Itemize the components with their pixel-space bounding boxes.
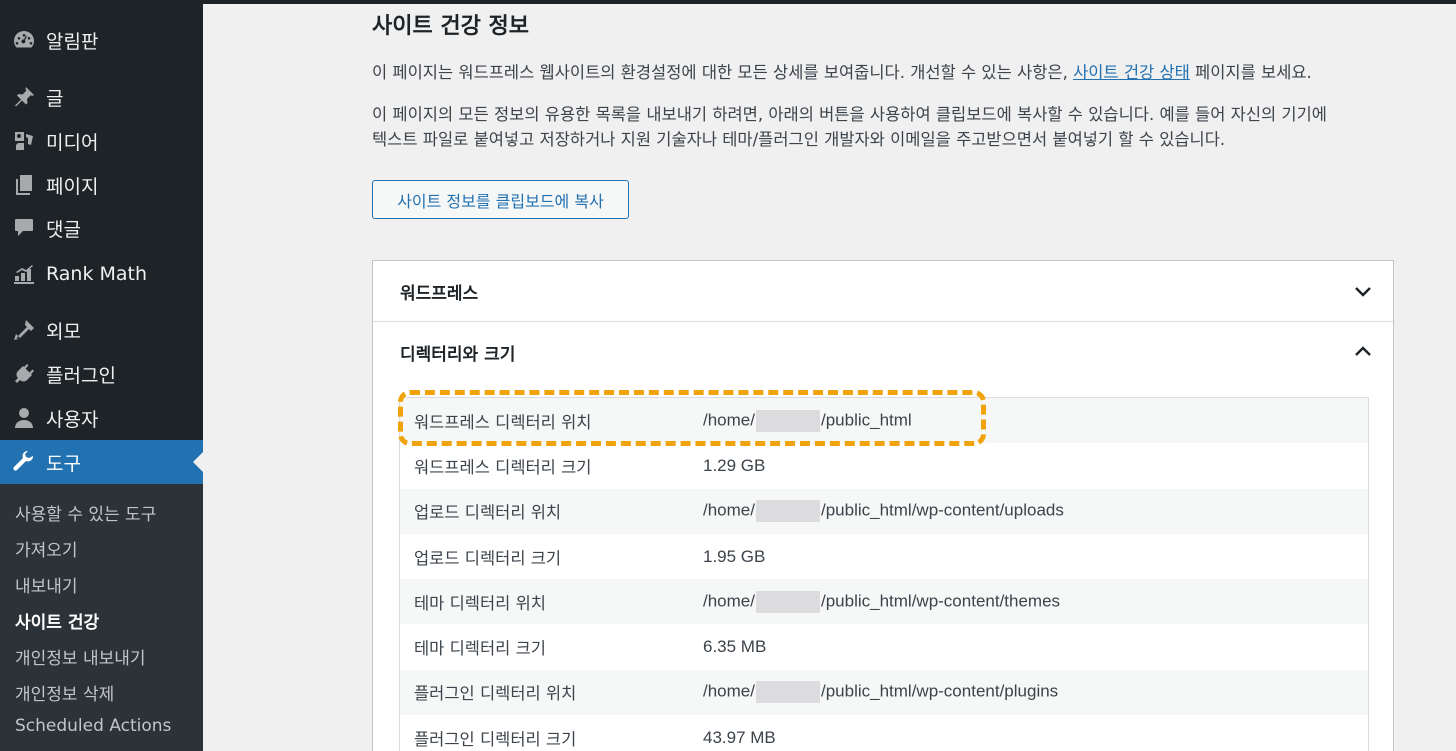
export-text-line-1: 이 페이지의 모든 정보의 유용한 목록을 내보내기 하려면, 아래의 버튼을 … bbox=[372, 105, 1327, 124]
sidebar-item-label: 미디어 bbox=[46, 131, 99, 154]
table-row: 테마 디렉터리 위치/home//public_html/wp-content/… bbox=[400, 579, 1368, 625]
table-row: 워드프레스 디렉터리 위치/home//public_html bbox=[400, 398, 1368, 444]
redacted-username bbox=[755, 409, 820, 432]
comments-icon bbox=[0, 216, 46, 240]
export-text-line-2: 텍스트 파일로 붙여넣고 저장하거나 지원 기술자나 테마/플러그인 개발자와 … bbox=[372, 130, 1226, 149]
appearance-icon bbox=[0, 318, 46, 342]
sidebar-item-plugins[interactable]: 플러그인 bbox=[0, 352, 203, 396]
sidebar-item-posts[interactable]: 글 bbox=[0, 75, 203, 119]
sidebar-item-label: 도구 bbox=[46, 452, 81, 475]
submenu-export[interactable]: 내보내기 bbox=[15, 572, 78, 597]
redacted-username bbox=[755, 500, 820, 523]
sidebar-item-appearance[interactable]: 외모 bbox=[0, 308, 203, 352]
sidebar-item-tools[interactable]: 도구 bbox=[0, 440, 203, 484]
sidebar-item-label: 글 bbox=[46, 87, 64, 110]
chevron-down-icon bbox=[1353, 281, 1373, 301]
table-row: 워드프레스 디렉터리 크기 1.29 GB bbox=[400, 443, 1368, 489]
pin-icon bbox=[0, 85, 46, 109]
rank-math-icon bbox=[0, 262, 46, 286]
table-row: 테마 디렉터리 크기 6.35 MB bbox=[400, 624, 1368, 670]
table-row: 플러그인 디렉터리 위치/home//public_html/wp-conten… bbox=[400, 669, 1368, 716]
site-info-accordion: 워드프레스 디렉터리와 크기 워드프레스 디렉터리 위치/home//publi… bbox=[372, 260, 1394, 751]
table-row: 업로드 디렉터리 위치/home//public_html/wp-content… bbox=[400, 488, 1368, 534]
copy-site-info-button[interactable]: 사이트 정보를 클립보드에 복사 bbox=[372, 180, 629, 219]
sidebar-item-media[interactable]: 미디어 bbox=[0, 119, 203, 163]
sidebar-item-label: 알림판 bbox=[46, 30, 99, 53]
submenu-scheduled-actions[interactable]: Scheduled Actions bbox=[15, 716, 171, 736]
tools-icon bbox=[0, 450, 46, 474]
sidebar-item-comments[interactable]: 댓글 bbox=[0, 206, 203, 250]
submenu-site-health[interactable]: 사이트 건강 bbox=[15, 608, 99, 633]
section-wordpress-toggle[interactable]: 워드프레스 bbox=[373, 261, 1393, 321]
plugins-icon bbox=[0, 362, 46, 386]
pages-icon bbox=[0, 173, 46, 197]
admin-bar-edge bbox=[203, 0, 1456, 4]
sidebar-item-label: 댓글 bbox=[46, 218, 81, 241]
sidebar-item-label: 외모 bbox=[46, 320, 81, 343]
table-row: 플러그인 디렉터리 크기 43.97 MB bbox=[400, 715, 1368, 751]
sidebar-item-label: 플러그인 bbox=[46, 364, 116, 387]
submenu-import[interactable]: 가져오기 bbox=[15, 536, 78, 561]
site-health-status-link[interactable]: 사이트 건강 상태 bbox=[1073, 63, 1190, 82]
submenu-erase-personal-data[interactable]: 개인정보 삭제 bbox=[15, 680, 114, 705]
sidebar-item-users[interactable]: 사용자 bbox=[0, 396, 203, 440]
sidebar-item-rank-math[interactable]: Rank Math bbox=[0, 252, 203, 296]
submenu-export-personal-data[interactable]: 개인정보 내보내기 bbox=[15, 644, 146, 669]
section-title: 디렉터리와 크기 bbox=[400, 344, 516, 365]
sidebar-item-dashboard[interactable]: 알림판 bbox=[0, 18, 203, 62]
sidebar-item-label: Rank Math bbox=[46, 263, 148, 285]
directories-table: 워드프레스 디렉터리 위치/home//public_html 워드프레스 디렉… bbox=[399, 397, 1369, 751]
users-icon bbox=[0, 406, 46, 430]
media-icon bbox=[0, 129, 46, 153]
tools-submenu: 사용할 수 있는 도구 가져오기 내보내기 사이트 건강 개인정보 내보내기 개… bbox=[0, 484, 203, 751]
sidebar-item-pages[interactable]: 페이지 bbox=[0, 163, 203, 207]
table-row: 업로드 디렉터리 크기 1.95 GB bbox=[400, 533, 1368, 580]
dashboard-icon bbox=[0, 28, 46, 52]
sidebar-item-label: 사용자 bbox=[46, 408, 99, 431]
section-directories-toggle[interactable]: 디렉터리와 크기 bbox=[373, 322, 1393, 382]
sidebar-item-label: 페이지 bbox=[46, 175, 99, 198]
intro-text: 이 페이지는 워드프레스 웹사이트의 환경설정에 대한 모든 상세를 보여줍니다… bbox=[372, 63, 1312, 82]
redacted-username bbox=[755, 681, 820, 704]
submenu-available-tools[interactable]: 사용할 수 있는 도구 bbox=[15, 500, 156, 525]
redacted-username bbox=[755, 590, 820, 613]
chevron-up-icon bbox=[1353, 342, 1373, 362]
admin-sidebar: 알림판 글 미디어 페이지 댓글 Rank Math 외모 플러그인 사용자 도… bbox=[0, 0, 203, 751]
page-title: 사이트 건강 정보 bbox=[372, 14, 529, 39]
section-title: 워드프레스 bbox=[400, 283, 479, 304]
